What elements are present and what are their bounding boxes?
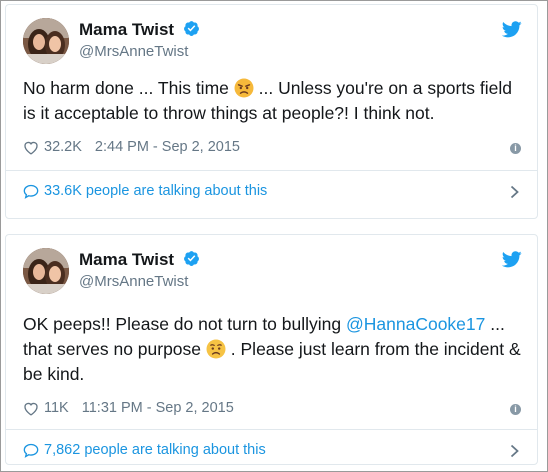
tweet-card[interactable]: Mama Twist @MrsAnneTwist OK peeps!! Plea…: [5, 234, 538, 465]
verified-badge-icon: [183, 251, 199, 266]
tweet-text: No harm done ... This time ... Unless yo…: [23, 78, 512, 123]
author-name[interactable]: Mama Twist: [79, 20, 200, 40]
speech-bubble-icon: [23, 443, 39, 458]
tweet-timestamp[interactable]: 2:44 PM - Sep 2, 2015: [95, 139, 240, 155]
heart-icon[interactable]: [23, 140, 39, 155]
talking-link[interactable]: 33.6K people are talking about this: [23, 183, 267, 199]
author-handle[interactable]: @MrsAnneTwist: [79, 43, 188, 60]
worried-face-emoji: [206, 339, 226, 359]
divider: [6, 429, 537, 430]
tweet-meta: 11K 11:31 PM - Sep 2, 2015: [23, 400, 234, 416]
angry-face-emoji: [234, 78, 254, 98]
info-icon[interactable]: i: [510, 143, 521, 154]
verified-badge-icon: [183, 21, 199, 36]
tweet-timestamp[interactable]: 11:31 PM - Sep 2, 2015: [82, 400, 234, 416]
twitter-bird-icon[interactable]: [502, 251, 522, 268]
chevron-right-icon[interactable]: [510, 185, 519, 199]
divider: [6, 170, 537, 171]
like-count[interactable]: 11K: [44, 400, 69, 416]
author-handle[interactable]: @MrsAnneTwist: [79, 273, 188, 290]
tweet-text: OK peeps!! Please do not turn to bullyin…: [23, 314, 521, 384]
avatar[interactable]: [23, 18, 69, 64]
talking-text[interactable]: 7,862 people are talking about this: [44, 442, 266, 458]
like-count[interactable]: 32.2K: [44, 139, 82, 155]
speech-bubble-icon: [23, 184, 39, 199]
info-icon[interactable]: i: [510, 404, 521, 415]
author-name[interactable]: Mama Twist: [79, 250, 200, 270]
tweet-card[interactable]: Mama Twist @MrsAnneTwist No harm done ..…: [5, 4, 538, 219]
avatar[interactable]: [23, 248, 69, 294]
talking-link[interactable]: 7,862 people are talking about this: [23, 442, 266, 458]
talking-text[interactable]: 33.6K people are talking about this: [44, 183, 267, 199]
tweet-meta: 32.2K 2:44 PM - Sep 2, 2015: [23, 139, 240, 155]
chevron-right-icon[interactable]: [510, 444, 519, 458]
mention-link[interactable]: @HannaCooke17: [346, 314, 485, 334]
twitter-bird-icon[interactable]: [502, 21, 522, 38]
heart-icon[interactable]: [23, 401, 39, 416]
